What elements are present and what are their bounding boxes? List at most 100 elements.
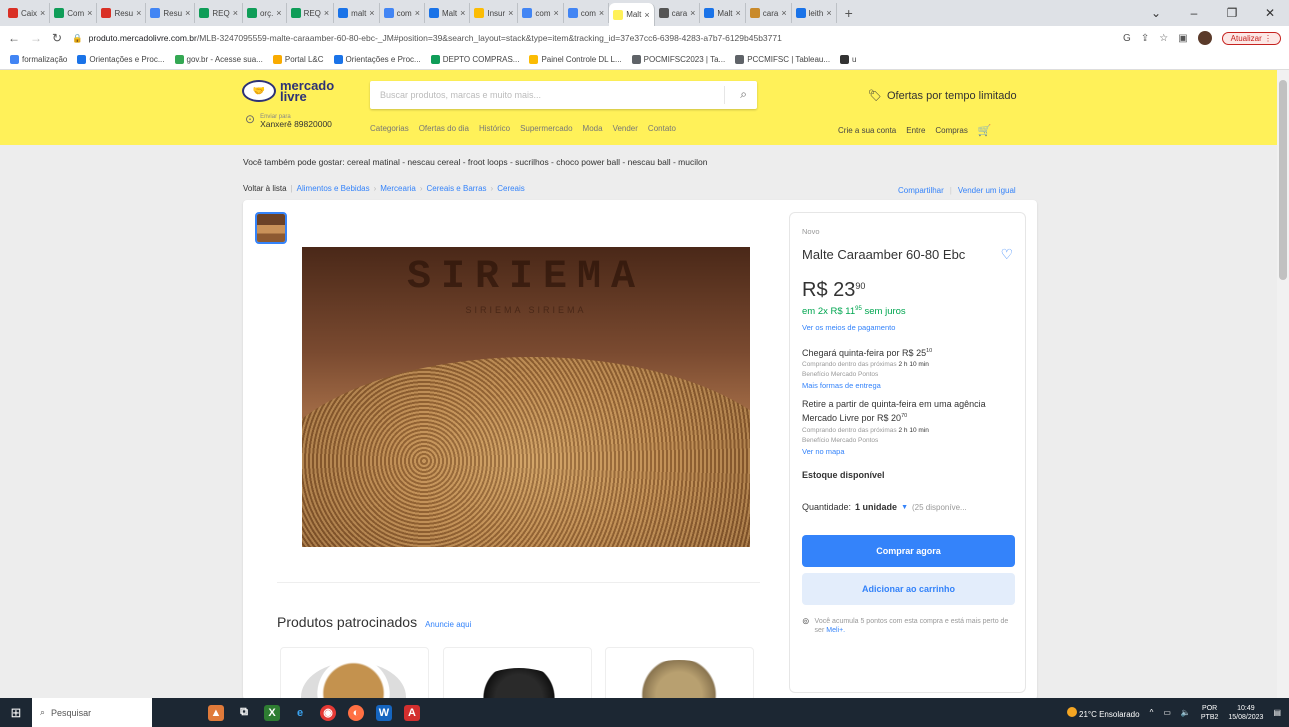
sell-similar-link[interactable]: Vender um igual: [958, 186, 1016, 195]
user-nav-item[interactable]: Entre: [906, 126, 925, 135]
bookmark-item[interactable]: gov.br - Acesse sua...: [174, 55, 263, 64]
taskbar-search[interactable]: ⌕ Pesquisar: [32, 698, 152, 727]
network-icon[interactable]: ▭: [1163, 708, 1171, 717]
language-indicator[interactable]: POR PTB2: [1201, 704, 1219, 722]
close-icon[interactable]: ✕: [1251, 6, 1289, 20]
nav-item[interactable]: Contato: [648, 124, 676, 133]
share-link[interactable]: Compartilhar: [898, 186, 944, 195]
browser-tab[interactable]: cara ×: [746, 3, 792, 23]
payment-methods-link[interactable]: Ver os meios de pagamento: [802, 323, 1013, 332]
bookmark-item[interactable]: DEPTO COMPRAS...: [430, 55, 519, 64]
breadcrumb-item[interactable]: Cereais: [497, 184, 525, 193]
browser-tab[interactable]: com ×: [564, 3, 610, 23]
map-link[interactable]: Ver no mapa: [802, 447, 1013, 456]
nav-item[interactable]: Ofertas do dia: [419, 124, 469, 133]
volume-icon[interactable]: 🔈: [1181, 708, 1191, 717]
tab-close-icon[interactable]: ×: [369, 8, 374, 18]
ship-location[interactable]: ⊙ Enviar para Xanxerê 89820000: [245, 112, 332, 129]
tab-close-icon[interactable]: ×: [233, 8, 238, 18]
tab-close-icon[interactable]: ×: [136, 8, 141, 18]
bookmark-item[interactable]: Portal L&C: [272, 55, 324, 64]
quantity-selector[interactable]: Quantidade: 1 unidade ▼ (25 disponíve...: [802, 502, 1013, 512]
breadcrumb-item[interactable]: Cereais e Barras: [427, 184, 487, 193]
tab-close-icon[interactable]: ×: [460, 8, 465, 18]
nav-item[interactable]: Vender: [613, 124, 638, 133]
bookmark-item[interactable]: PCCMIFSC | Tableau...: [735, 55, 830, 64]
nav-item[interactable]: Supermercado: [520, 124, 572, 133]
offers-banner[interactable]: 🏷 Ofertas por tempo limitado: [868, 89, 1017, 103]
mercadolivre-logo[interactable]: 🤝 mercado livre: [242, 79, 334, 103]
reload-icon[interactable]: ↻: [52, 31, 62, 45]
gallery-thumbnail[interactable]: [255, 212, 287, 244]
tab-close-icon[interactable]: ×: [690, 8, 695, 18]
browser-tab[interactable]: Malt ×: [700, 3, 746, 23]
google-icon[interactable]: G: [1123, 33, 1131, 44]
browser-tab[interactable]: com ×: [380, 3, 425, 23]
tab-close-icon[interactable]: ×: [40, 8, 45, 18]
tab-close-icon[interactable]: ×: [781, 8, 786, 18]
pdf-icon[interactable]: A: [404, 704, 420, 721]
product-main-image[interactable]: SIRIEMA SIRIEMA SIRIEMA: [302, 247, 750, 547]
browser-tab[interactable]: leith ×: [792, 3, 837, 23]
browser-tab[interactable]: Caix ×: [4, 3, 51, 23]
tab-close-icon[interactable]: ×: [415, 8, 420, 18]
maximize-icon[interactable]: ❐: [1213, 6, 1251, 20]
nav-item[interactable]: Moda: [583, 124, 603, 133]
browser-tab[interactable]: Malt ×: [425, 3, 471, 23]
buy-now-button[interactable]: Comprar agora: [802, 535, 1015, 568]
browser-tab[interactable]: Resu ×: [146, 3, 196, 23]
tab-close-icon[interactable]: ×: [599, 8, 604, 18]
chrome-icon[interactable]: ◉: [320, 704, 336, 721]
star-icon[interactable]: ☆: [1159, 33, 1168, 44]
browser-tab[interactable]: com ×: [518, 3, 564, 23]
bookmark-item[interactable]: Orientações e Proc...: [333, 55, 421, 64]
search-icon[interactable]: ⌕: [740, 87, 747, 102]
more-delivery-link[interactable]: Mais formas de entrega: [802, 381, 1013, 390]
search-input[interactable]: Buscar produtos, marcas e muito mais... …: [370, 81, 757, 109]
sponsored-product-1[interactable]: [280, 647, 429, 700]
collapse-icon[interactable]: ⌄: [1137, 6, 1175, 20]
back-icon[interactable]: ←: [8, 31, 20, 45]
favorite-heart-icon[interactable]: ♡: [1000, 246, 1013, 263]
tab-close-icon[interactable]: ×: [276, 8, 281, 18]
weather-widget[interactable]: 21°C Ensolarado: [1066, 706, 1140, 719]
sponsored-product-3[interactable]: [605, 647, 754, 700]
tab-close-icon[interactable]: ×: [185, 8, 190, 18]
nav-item[interactable]: Histórico: [479, 124, 510, 133]
task-view-icon[interactable]: ⧉: [236, 705, 252, 721]
word-icon[interactable]: W: [376, 704, 392, 721]
edge-icon[interactable]: e: [292, 705, 308, 721]
share-icon[interactable]: ⇪: [1141, 33, 1149, 44]
browser-tab[interactable]: Com ×: [50, 3, 98, 23]
nav-item[interactable]: Categorias: [370, 124, 409, 133]
update-button[interactable]: Atualizar ⋮: [1221, 31, 1281, 45]
breadcrumb-item[interactable]: Alimentos e Bebidas: [297, 184, 370, 193]
browser-tab[interactable]: orç. ×: [243, 3, 287, 23]
tab-close-icon[interactable]: ×: [324, 8, 329, 18]
back-to-list-link[interactable]: Voltar à lista: [243, 184, 287, 193]
excel-icon[interactable]: X: [264, 704, 280, 721]
sidepanel-icon[interactable]: ▣: [1178, 33, 1187, 44]
notifications-icon[interactable]: ▤: [1273, 708, 1281, 717]
breadcrumb-item[interactable]: Mercearia: [380, 184, 416, 193]
tab-close-icon[interactable]: ×: [644, 10, 649, 20]
url-field[interactable]: 🔒 produto.mercadolivre.com.br/MLB-324709…: [72, 33, 1113, 44]
windows-start-icon[interactable]: ⊞: [0, 698, 32, 727]
tab-close-icon[interactable]: ×: [87, 8, 92, 18]
new-tab-button[interactable]: +: [837, 5, 861, 21]
forward-icon[interactable]: →: [30, 31, 42, 45]
tab-close-icon[interactable]: ×: [554, 8, 559, 18]
scrollbar-thumb[interactable]: [1279, 80, 1287, 280]
tab-close-icon[interactable]: ×: [508, 8, 513, 18]
advertise-link[interactable]: Anuncie aqui: [425, 620, 471, 629]
bookmark-item[interactable]: Orientações e Proc...: [77, 55, 165, 64]
profile-avatar[interactable]: [1197, 31, 1212, 45]
bookmark-item[interactable]: formalização: [10, 55, 67, 64]
browser-tab[interactable]: Resu ×: [97, 3, 147, 23]
minimize-icon[interactable]: –: [1175, 6, 1213, 20]
news-widget-icon[interactable]: ▲: [208, 704, 224, 721]
suggestions-items[interactable]: cereal matinal - nescau cereal - froot l…: [347, 157, 707, 167]
tray-chevron-icon[interactable]: ^: [1150, 708, 1154, 717]
page-scrollbar[interactable]: [1277, 70, 1289, 698]
add-to-cart-button[interactable]: Adicionar ao carrinho: [802, 573, 1015, 606]
